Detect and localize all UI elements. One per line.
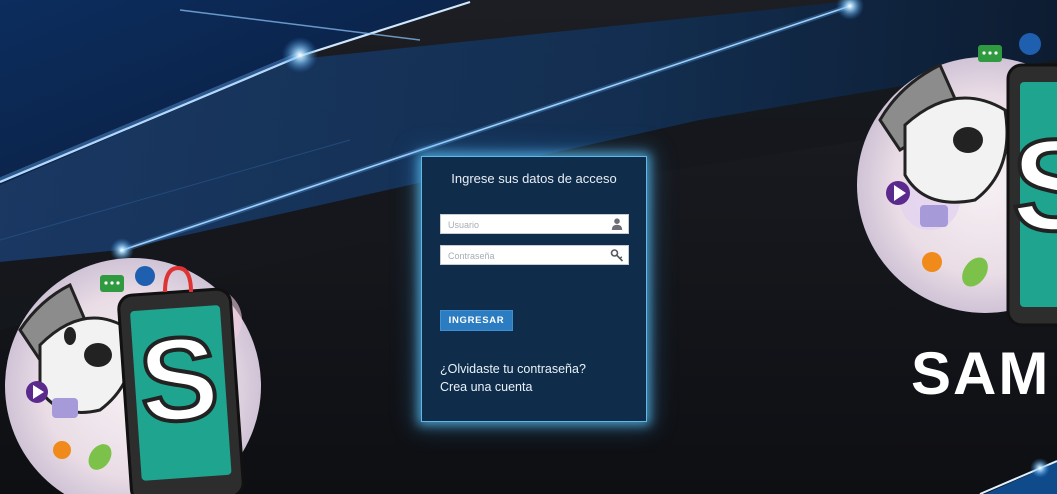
brand-logo-text: SAM	[911, 340, 1051, 407]
user-icon	[611, 218, 623, 230]
key-icon	[610, 249, 624, 262]
username-input[interactable]	[441, 216, 608, 234]
logo-letter: S	[135, 311, 223, 448]
login-button[interactable]: INGRESAR	[440, 310, 513, 331]
password-field[interactable]	[440, 245, 629, 265]
login-page: S S SAM Ingrese sus datos de acceso Usua…	[0, 0, 1057, 494]
login-title: Ingrese sus datos de acceso	[451, 171, 617, 186]
create-account-link[interactable]: Crea una cuenta	[440, 380, 532, 394]
logo-letter-right: S	[1012, 112, 1057, 258]
password-input[interactable]	[441, 247, 608, 265]
username-field[interactable]	[440, 214, 629, 234]
login-form: Ingrese sus datos de acceso INGRESAR ¿Ol…	[421, 156, 647, 422]
forgot-password-link[interactable]: ¿Olvidaste tu contraseña?	[440, 362, 586, 376]
